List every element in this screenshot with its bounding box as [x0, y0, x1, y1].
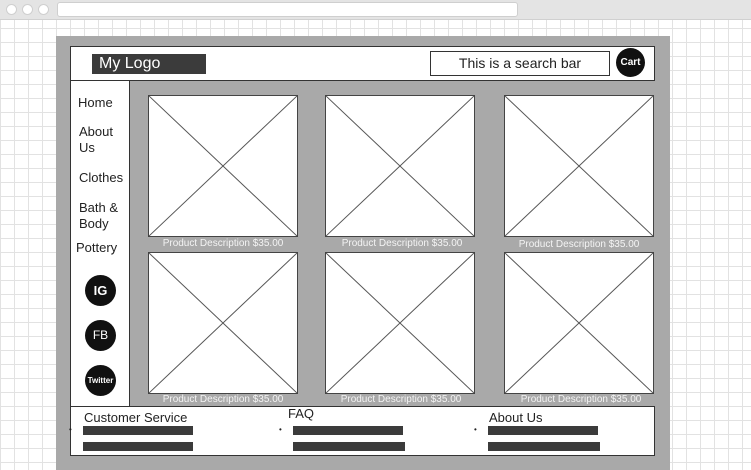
- footer-heading-customer-service[interactable]: Customer Service: [84, 410, 187, 425]
- footer-link-placeholder[interactable]: [488, 426, 598, 435]
- product-description[interactable]: Product Description $35.00: [138, 238, 308, 250]
- footer-heading-faq[interactable]: FAQ: [288, 406, 314, 421]
- site-header: My Logo This is a search bar Cart: [70, 46, 655, 81]
- footer-link-placeholder[interactable]: [293, 442, 405, 451]
- product-description[interactable]: Product Description $35.00: [316, 394, 486, 406]
- browser-chrome: [0, 0, 751, 20]
- sidebar-nav: Home About Us Clothes Bath & Body Potter…: [70, 81, 130, 406]
- product-image-placeholder[interactable]: [504, 252, 654, 394]
- site-footer: Customer Service • FAQ • About Us •: [69, 406, 655, 456]
- facebook-icon[interactable]: FB: [85, 320, 116, 351]
- footer-link-placeholder[interactable]: [83, 442, 193, 451]
- logo[interactable]: My Logo: [92, 54, 206, 74]
- sidebar-item-pottery[interactable]: Pottery: [76, 240, 132, 256]
- footer-link-placeholder[interactable]: [293, 426, 403, 435]
- bullet-icon: •: [279, 425, 282, 434]
- cart-button[interactable]: Cart: [616, 48, 645, 77]
- window-close-dot-icon[interactable]: [6, 4, 17, 15]
- bullet-icon: •: [69, 425, 72, 434]
- product-image-placeholder[interactable]: [325, 252, 475, 394]
- window-minimize-dot-icon[interactable]: [22, 4, 33, 15]
- twitter-icon[interactable]: Twitter: [85, 365, 116, 396]
- bullet-icon: •: [474, 425, 477, 434]
- sidebar-item-about-us[interactable]: About Us: [79, 124, 127, 156]
- sidebar-item-clothes[interactable]: Clothes: [79, 170, 135, 186]
- product-image-placeholder[interactable]: [148, 95, 298, 237]
- footer-link-placeholder[interactable]: [488, 442, 600, 451]
- product-image-placeholder[interactable]: [325, 95, 475, 237]
- sidebar-item-home[interactable]: Home: [78, 95, 134, 111]
- product-description[interactable]: Product Description $35.00: [317, 238, 487, 250]
- product-image-placeholder[interactable]: [504, 95, 654, 237]
- search-bar[interactable]: This is a search bar: [430, 51, 610, 76]
- product-image-placeholder[interactable]: [148, 252, 298, 394]
- footer-heading-about-us[interactable]: About Us: [489, 410, 542, 425]
- sidebar-item-bath-body[interactable]: Bath & Body: [79, 200, 129, 232]
- address-bar[interactable]: [57, 2, 518, 17]
- window-maximize-dot-icon[interactable]: [38, 4, 49, 15]
- footer-link-placeholder[interactable]: [83, 426, 193, 435]
- instagram-icon[interactable]: IG: [85, 275, 116, 306]
- product-description[interactable]: Product Description $35.00: [138, 394, 308, 406]
- product-description[interactable]: Product Description $35.00: [494, 239, 664, 251]
- product-description[interactable]: Product Description $35.00: [496, 394, 666, 406]
